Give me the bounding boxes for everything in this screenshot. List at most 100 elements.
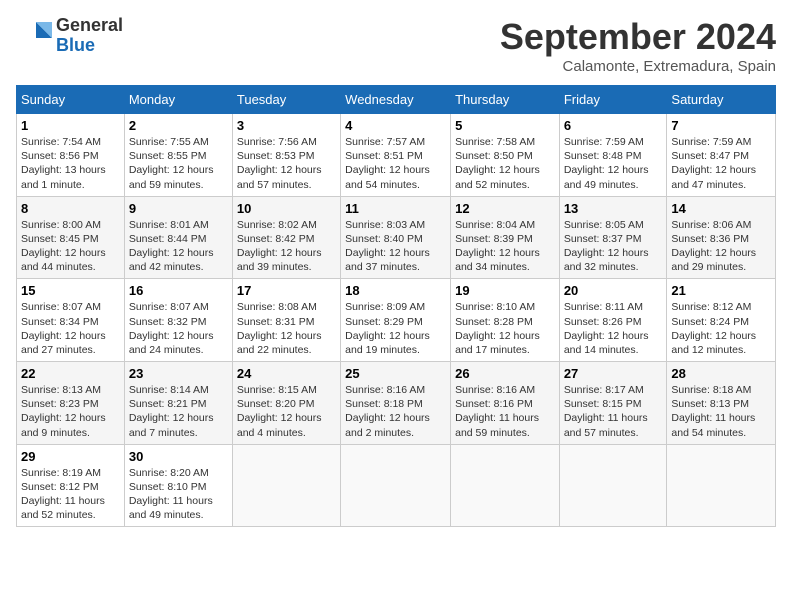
- day-number: 9: [129, 201, 228, 216]
- day-number: 10: [237, 201, 336, 216]
- day-number: 16: [129, 283, 228, 298]
- cell-info-line: Sunrise: 7:54 AM: [21, 135, 120, 149]
- day-number: 28: [671, 366, 771, 381]
- cell-info-line: Sunset: 8:23 PM: [21, 397, 120, 411]
- day-number: 26: [455, 366, 555, 381]
- cell-info-line: Sunrise: 8:14 AM: [129, 383, 228, 397]
- cell-info-line: Daylight: 11 hours and 49 minutes.: [129, 494, 228, 522]
- cell-info-line: Sunset: 8:51 PM: [345, 149, 446, 163]
- cell-info-line: Daylight: 12 hours and 29 minutes.: [671, 246, 771, 274]
- cell-info-line: Sunrise: 8:17 AM: [564, 383, 663, 397]
- cell-info-line: Sunset: 8:21 PM: [129, 397, 228, 411]
- cell-info-line: Daylight: 12 hours and 27 minutes.: [21, 329, 120, 357]
- day-number: 12: [455, 201, 555, 216]
- calendar-cell: 10Sunrise: 8:02 AMSunset: 8:42 PMDayligh…: [232, 196, 340, 279]
- cell-info-line: Sunrise: 8:11 AM: [564, 300, 663, 314]
- calendar-cell: 26 Sunrise: 8:16 AMSunset: 8:16 PMDayligh…: [451, 362, 560, 445]
- cell-info-line: Sunset: 8:48 PM: [564, 149, 663, 163]
- calendar-cell: 25Sunrise: 8:16 AMSunset: 8:18 PMDayligh…: [341, 362, 451, 445]
- calendar-cell: 7Sunrise: 7:59 AMSunset: 8:47 PMDaylight…: [667, 114, 776, 197]
- cell-info-line: Sunset: 8:31 PM: [237, 315, 336, 329]
- cell-info-line: Sunset: 8:10 PM: [129, 480, 228, 494]
- cell-info-line: Sunset: 8:34 PM: [21, 315, 120, 329]
- day-number: 23: [129, 366, 228, 381]
- day-number: 24: [237, 366, 336, 381]
- calendar-cell: 16Sunrise: 8:07 AMSunset: 8:32 PMDayligh…: [124, 279, 232, 362]
- column-header-thursday: Thursday: [451, 86, 560, 114]
- calendar-cell: [451, 444, 560, 527]
- cell-info-line: Daylight: 11 hours and 52 minutes.: [21, 494, 120, 522]
- cell-info-line: Sunrise: 7:59 AM: [564, 135, 663, 149]
- cell-info-line: Daylight: 11 hours and 57 minutes.: [564, 411, 663, 439]
- calendar-cell: 29Sunrise: 8:19 AMSunset: 8:12 PMDayligh…: [17, 444, 125, 527]
- calendar-cell: [559, 444, 667, 527]
- calendar-cell: [667, 444, 776, 527]
- logo-icon: [16, 18, 52, 54]
- day-number: 20: [564, 283, 663, 298]
- cell-info-line: Daylight: 12 hours and 22 minutes.: [237, 329, 336, 357]
- cell-info-line: Sunrise: 8:15 AM: [237, 383, 336, 397]
- cell-info-line: Sunrise: 8:12 AM: [671, 300, 771, 314]
- day-number: 1: [21, 118, 120, 133]
- cell-info-line: Sunset: 8:42 PM: [237, 232, 336, 246]
- cell-info-line: Sunrise: 8:01 AM: [129, 218, 228, 232]
- cell-info-line: Daylight: 12 hours and 12 minutes.: [671, 329, 771, 357]
- cell-info-line: Sunrise: 8:16 AM: [345, 383, 446, 397]
- calendar-cell: 21Sunrise: 8:12 AMSunset: 8:24 PMDayligh…: [667, 279, 776, 362]
- column-header-wednesday: Wednesday: [341, 86, 451, 114]
- cell-info-line: Sunrise: 8:00 AM: [21, 218, 120, 232]
- calendar-cell: [232, 444, 340, 527]
- cell-info-line: Sunset: 8:12 PM: [21, 480, 120, 494]
- cell-info-line: Daylight: 12 hours and 52 minutes.: [455, 163, 555, 191]
- calendar-table: SundayMondayTuesdayWednesdayThursdayFrid…: [16, 85, 776, 527]
- cell-info-line: Sunrise: 8:19 AM: [21, 466, 120, 480]
- logo-blue-text: Blue: [56, 36, 123, 56]
- cell-info-line: Sunset: 8:15 PM: [564, 397, 663, 411]
- cell-info-line: Daylight: 11 hours and 59 minutes.: [455, 411, 555, 439]
- calendar-cell: 20Sunrise: 8:11 AMSunset: 8:26 PMDayligh…: [559, 279, 667, 362]
- cell-info-line: Daylight: 12 hours and 32 minutes.: [564, 246, 663, 274]
- day-number: 30: [129, 449, 228, 464]
- calendar-cell: 1Sunrise: 7:54 AMSunset: 8:56 PMDaylight…: [17, 114, 125, 197]
- cell-info-line: Sunrise: 8:16 AM: [455, 383, 555, 397]
- day-number: 17: [237, 283, 336, 298]
- cell-info-line: Sunset: 8:32 PM: [129, 315, 228, 329]
- cell-info-line: Sunset: 8:28 PM: [455, 315, 555, 329]
- column-header-friday: Friday: [559, 86, 667, 114]
- month-title: September 2024: [500, 16, 776, 58]
- calendar-cell: 13Sunrise: 8:05 AMSunset: 8:37 PMDayligh…: [559, 196, 667, 279]
- cell-info-line: Daylight: 12 hours and 4 minutes.: [237, 411, 336, 439]
- cell-info-line: Sunrise: 8:08 AM: [237, 300, 336, 314]
- cell-info-line: Sunset: 8:45 PM: [21, 232, 120, 246]
- cell-info-line: Sunset: 8:44 PM: [129, 232, 228, 246]
- calendar-cell: 2Sunrise: 7:55 AMSunset: 8:55 PMDaylight…: [124, 114, 232, 197]
- column-header-sunday: Sunday: [17, 86, 125, 114]
- day-number: 8: [21, 201, 120, 216]
- column-header-saturday: Saturday: [667, 86, 776, 114]
- day-number: 5: [455, 118, 555, 133]
- day-number: 14: [671, 201, 771, 216]
- cell-info-line: Sunset: 8:18 PM: [345, 397, 446, 411]
- cell-info-line: Sunrise: 8:07 AM: [129, 300, 228, 314]
- cell-info-line: Sunset: 8:13 PM: [671, 397, 771, 411]
- column-header-monday: Monday: [124, 86, 232, 114]
- day-number: 6: [564, 118, 663, 133]
- day-number: 3: [237, 118, 336, 133]
- calendar-header-row: SundayMondayTuesdayWednesdayThursdayFrid…: [17, 86, 776, 114]
- cell-info-line: Sunset: 8:16 PM: [455, 397, 555, 411]
- day-number: 7: [671, 118, 771, 133]
- calendar-cell: 4Sunrise: 7:57 AMSunset: 8:51 PMDaylight…: [341, 114, 451, 197]
- calendar-cell: 8 Sunrise: 8:00 AMSunset: 8:45 PMDaylight…: [17, 196, 125, 279]
- calendar-cell: 18Sunrise: 8:09 AMSunset: 8:29 PMDayligh…: [341, 279, 451, 362]
- page-header: General Blue September 2024 Calamonte, E…: [16, 16, 776, 75]
- cell-info-line: Daylight: 12 hours and 44 minutes.: [21, 246, 120, 274]
- cell-info-line: Daylight: 12 hours and 57 minutes.: [237, 163, 336, 191]
- cell-info-line: Sunset: 8:55 PM: [129, 149, 228, 163]
- cell-info-line: Sunset: 8:29 PM: [345, 315, 446, 329]
- logo: General Blue: [16, 16, 123, 56]
- cell-info-line: Daylight: 12 hours and 42 minutes.: [129, 246, 228, 274]
- calendar-cell: 27Sunrise: 8:17 AMSunset: 8:15 PMDayligh…: [559, 362, 667, 445]
- cell-info-line: Daylight: 12 hours and 17 minutes.: [455, 329, 555, 357]
- calendar-week-row: 15Sunrise: 8:07 AMSunset: 8:34 PMDayligh…: [17, 279, 776, 362]
- logo-general-text: General: [56, 16, 123, 36]
